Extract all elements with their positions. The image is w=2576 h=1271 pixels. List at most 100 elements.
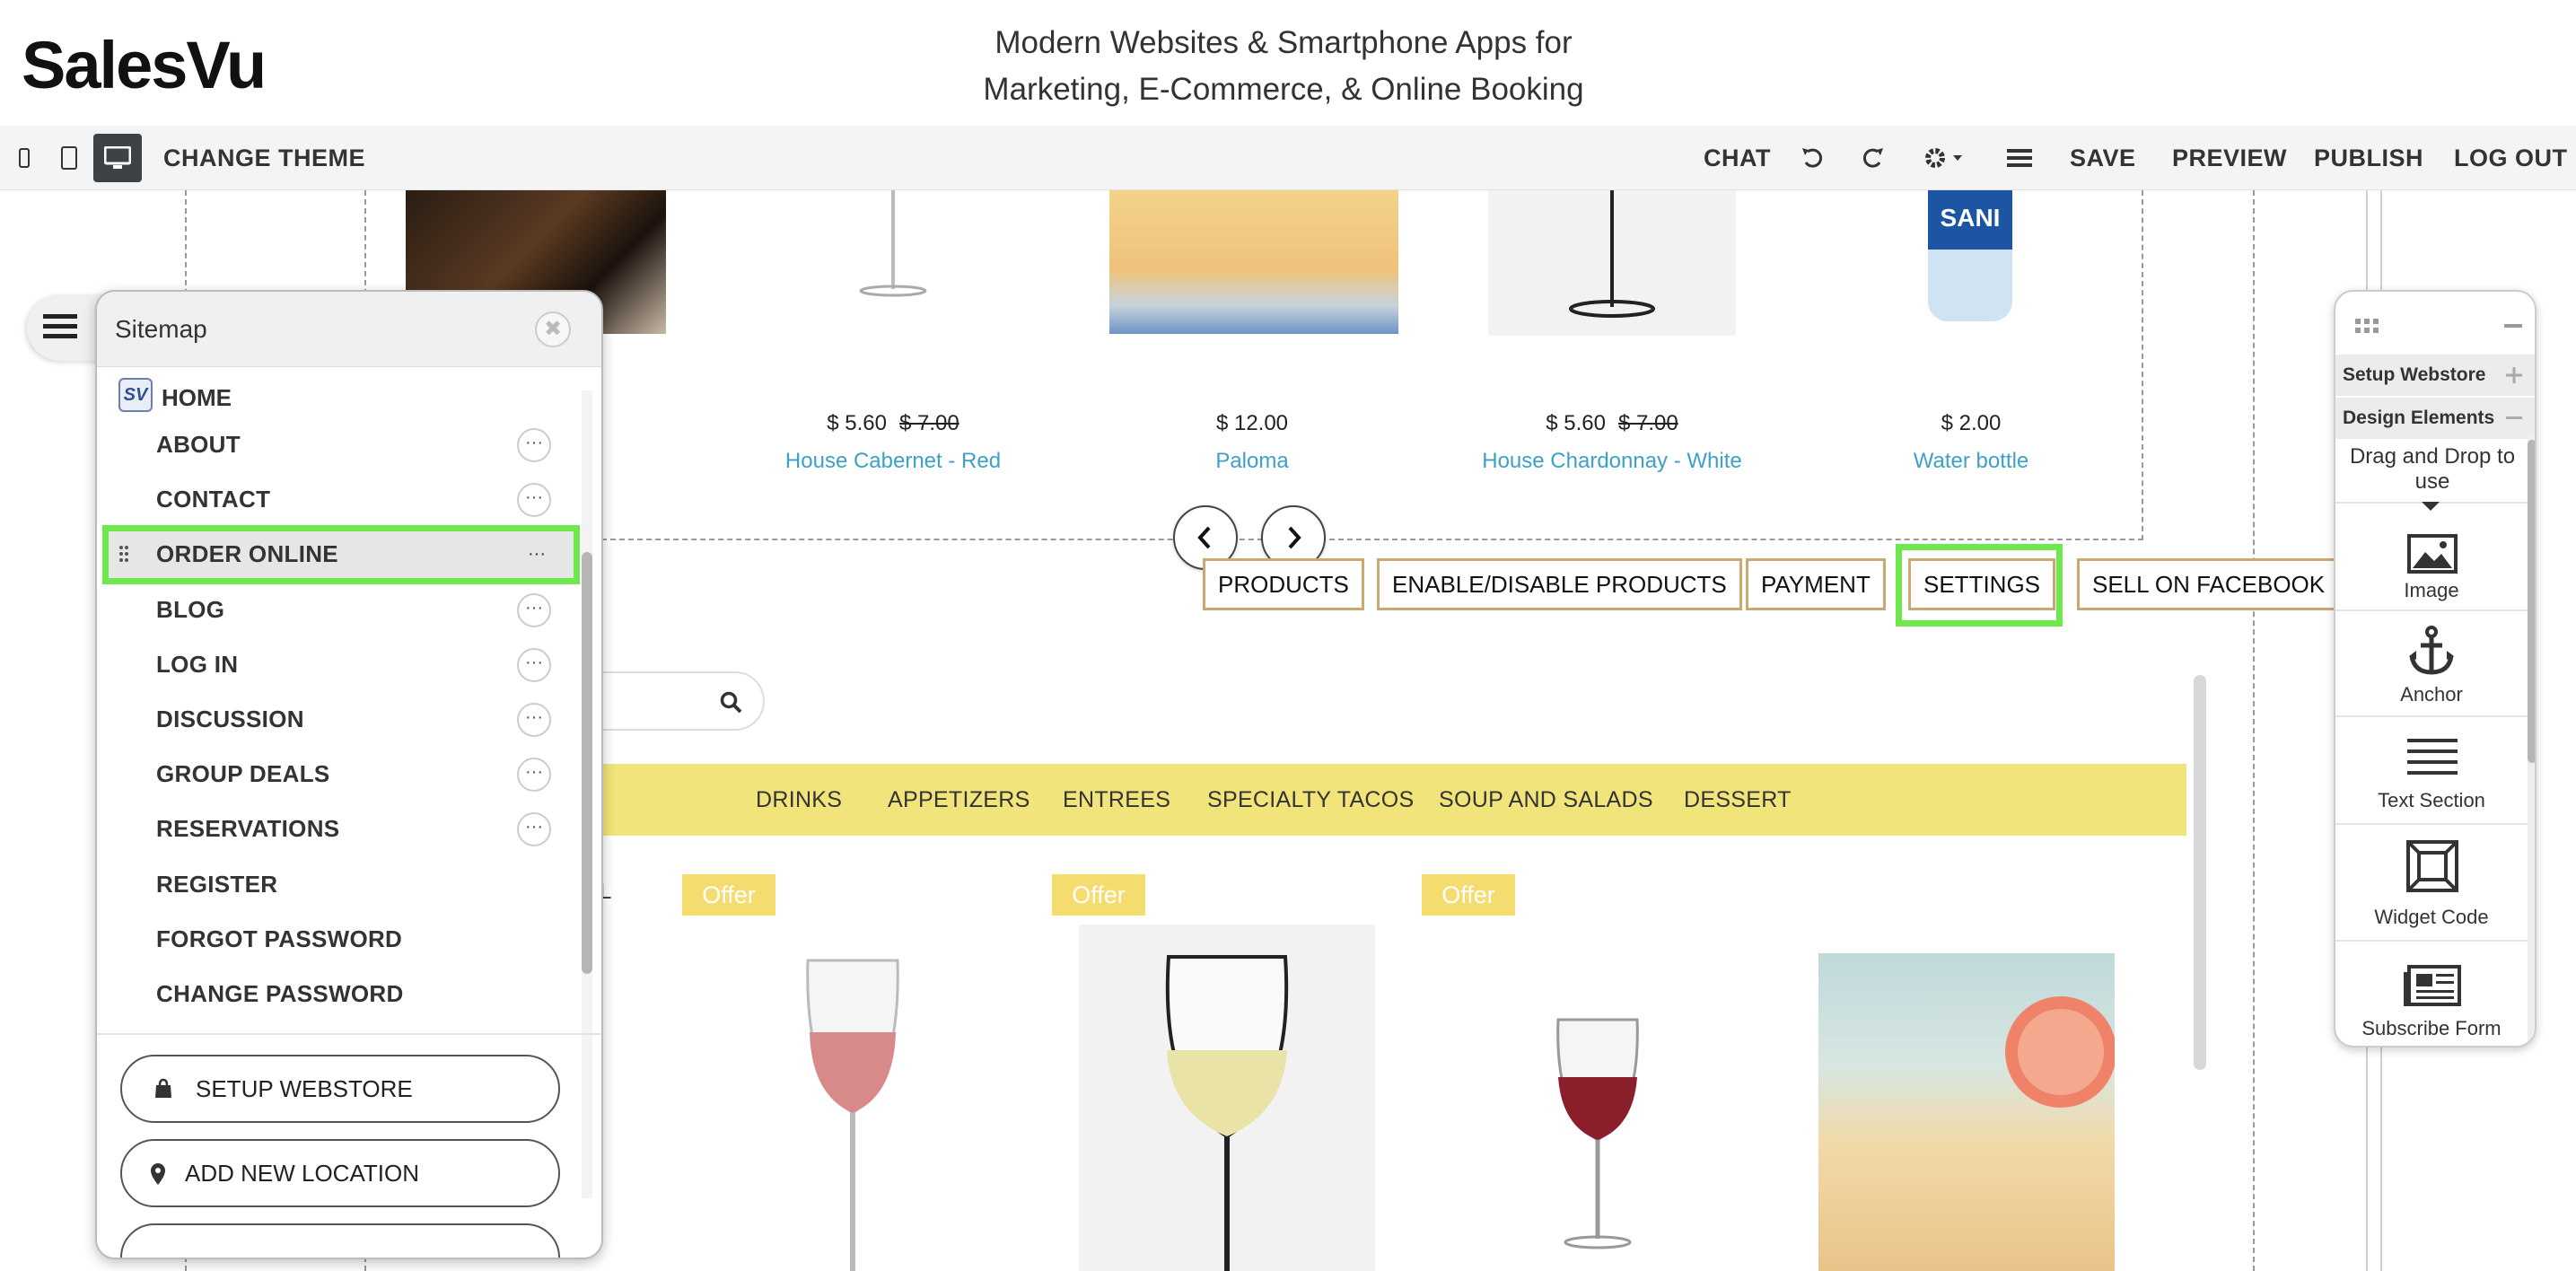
more-options-icon[interactable]: ··· [517,483,551,517]
shopping-bag-icon [155,1078,171,1098]
search-icon[interactable] [720,691,743,714]
setup-webstore-label: SETUP WEBSTORE [196,1075,413,1102]
sitemap-item-label: ABOUT [156,431,241,458]
sitemap-item-register[interactable]: REGISTER [97,857,564,911]
category-drinks[interactable]: DRINKS [756,764,842,836]
preview-button[interactable]: PREVIEW [2172,126,2287,190]
sitemap-item-about[interactable]: ABOUT ··· [97,417,564,471]
chat-button[interactable]: CHAT [1704,126,1771,190]
product-price: $ 5.60 $ 7.00 [827,411,959,435]
minimize-icon[interactable] [2504,324,2522,328]
more-options-icon[interactable]: ··· [517,758,551,792]
category-dessert[interactable]: DESSERT [1684,764,1792,836]
tab-payment[interactable]: PAYMENT [1746,558,1886,610]
column-guide [2142,190,2143,540]
sitemap-item-forgot-password[interactable]: FORGOT PASSWORD [97,912,564,966]
sitemap-item-discussion[interactable]: DISCUSSION ··· [97,692,564,746]
site-home-icon: SV [118,378,153,412]
element-tile-label: Anchor [2400,683,2463,706]
more-options-icon[interactable]: ··· [517,812,551,846]
category-soup-and-salads[interactable]: SOUP AND SALADS [1439,764,1653,836]
save-button[interactable]: SAVE [2070,126,2136,190]
tab-products[interactable]: PRODUCTS [1203,558,1364,610]
tablet-view-icon[interactable] [45,134,93,182]
white-wine-image[interactable] [1079,925,1375,1271]
design-elements-section[interactable]: Design Elements [2335,398,2535,439]
add-new-location-label: ADD NEW LOCATION [185,1160,419,1187]
more-button-partial[interactable] [120,1223,560,1258]
highlight-box [1896,544,2063,627]
product-photo[interactable] [808,190,978,302]
column-guide [2253,190,2255,1271]
add-new-location-button[interactable]: ADD NEW LOCATION [120,1139,560,1207]
sitemap-item-group-deals[interactable]: GROUP DEALS ··· [97,747,564,801]
product-photo[interactable] [1109,190,1398,334]
product-price: $ 12.00 [1215,411,1289,435]
element-tile-subscribe-form[interactable]: Subscribe Form [2335,943,2528,1046]
element-tile-widget-code[interactable]: Widget Code [2335,827,2528,942]
sitemap-item-label: DISCUSSION [156,706,304,732]
red-wine-image[interactable] [1526,1014,1669,1271]
sitemap-item-reservations[interactable]: RESERVATIONS ··· [97,802,564,855]
salesvu-logo[interactable]: SalesVu [22,27,267,103]
menu-hamburger-icon[interactable] [43,312,77,341]
close-icon[interactable]: ✖ [535,311,571,347]
sitemap-home[interactable]: HOME [162,371,232,425]
offer-badge: Offer [1422,874,1515,916]
rose-wine-image[interactable] [772,942,933,1271]
undo-icon[interactable] [1793,138,1833,178]
sitemap-item-contact[interactable]: CONTACT ··· [97,472,564,526]
mobile-view-icon[interactable] [0,134,48,182]
change-theme-button[interactable]: CHANGE THEME [163,126,365,190]
product-name-link[interactable]: Paloma [1117,449,1387,474]
more-options-icon[interactable]: ··· [517,648,551,682]
logout-button[interactable]: LOG OUT [2454,126,2568,190]
paloma-image[interactable] [1818,953,2115,1271]
element-tile-anchor[interactable]: Anchor [2335,613,2528,717]
setup-webstore-button[interactable]: SETUP WEBSTORE [120,1055,560,1123]
sitemap-item-label: FORGOT PASSWORD [156,925,403,952]
product-photo[interactable] [1488,190,1736,336]
more-options-icon[interactable]: ··· [517,703,551,737]
editor-toolbar: CHANGE THEME CHAT SAVE PREVIEW PUBLISH L… [0,126,2576,190]
product-list-scrollbar[interactable] [2194,675,2206,1070]
highlight-box [102,525,580,584]
drag-grid-icon[interactable] [2355,319,2379,335]
widget-code-icon [2406,840,2458,892]
desktop-view-icon[interactable] [93,134,142,182]
sitemap-item-blog[interactable]: BLOG ··· [97,583,564,636]
collapse-minus-icon[interactable] [2506,416,2522,420]
sitemap-item-label: CHANGE PASSWORD [156,980,404,1007]
design-elements-panel: Setup Webstore Design Elements Drag and … [2334,290,2537,1047]
setup-webstore-section[interactable]: Setup Webstore [2335,355,2535,396]
element-tile-text-section[interactable]: Text Section [2335,719,2528,825]
settings-gear-icon[interactable] [1919,138,1973,178]
element-tile-label: Subscribe Form [2361,1017,2502,1039]
tab-enable-disable-products[interactable]: ENABLE/DISABLE PRODUCTS [1377,558,1742,610]
sitemap-item-change-password[interactable]: CHANGE PASSWORD [97,967,564,1021]
redo-icon[interactable] [1853,138,1892,178]
site-header: SalesVu Modern Websites & Smartphone App… [0,0,2576,126]
sitemap-item-label: LOG IN [156,651,239,678]
product-price: $ 2.00 [1941,411,2002,435]
more-options-icon[interactable]: ··· [517,428,551,462]
category-appetizers[interactable]: APPETIZERS [888,764,1030,836]
image-icon [2407,534,2458,574]
product-name-link[interactable]: Water bottle [1836,449,2106,474]
element-tile-image[interactable]: Image [2335,505,2528,611]
tab-sell-on-facebook[interactable]: SELL ON FACEBOOK [2077,558,2341,610]
product-name-link[interactable]: House Chardonnay - White [1477,449,1747,474]
category-entrees[interactable]: ENTREES [1063,764,1170,836]
sitemap-item-label: GROUP DEALS [156,760,330,787]
expand-plus-icon[interactable] [2506,367,2522,383]
sitemap-item-log-in[interactable]: LOG IN ··· [97,637,564,691]
category-specialty-tacos[interactable]: SPECIALTY TACOS [1207,764,1415,836]
design-panel-scrollbar-thumb[interactable] [2528,440,2535,763]
publish-button[interactable]: PUBLISH [2314,126,2423,190]
product-price: $ 5.60 $ 7.00 [1546,411,1678,435]
sitemap-scrollbar-thumb[interactable] [582,552,592,974]
menu-hamburger-icon[interactable] [2000,138,2039,178]
product-name-link[interactable]: House Cabernet - Red [758,449,1028,474]
more-options-icon[interactable]: ··· [517,593,551,627]
product-photo[interactable]: SANI [1921,190,2020,325]
